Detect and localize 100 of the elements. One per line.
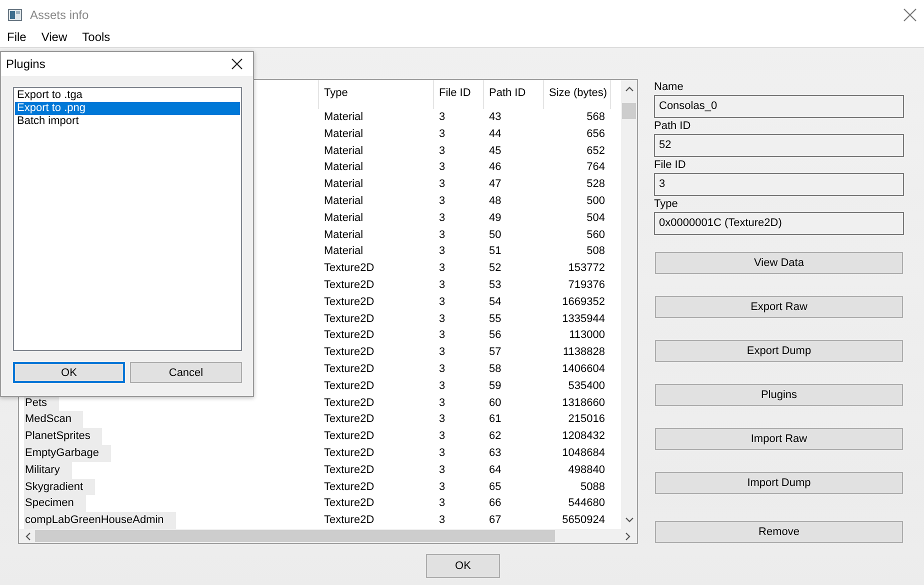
table-cell-text: Texture2D [323,294,376,310]
table-cell-text: 656 [586,126,606,142]
action-button[interactable]: Plugins [655,384,903,406]
table-cell-text: 3 [438,244,446,260]
scroll-thumb[interactable] [35,530,555,542]
column-header[interactable]: Type [319,80,434,109]
table-cell-text: 3 [438,312,446,327]
table-cell-text: Texture2D [323,378,376,394]
down-caret-icon [624,517,634,523]
field-label: Path ID [654,119,692,134]
list-item[interactable]: Export to .tga [15,89,240,102]
table-cell-text: 64 [488,462,502,478]
table-cell-text: 3 [438,228,446,243]
table-cell-text: 3 [438,345,446,360]
table-cell-text: Material [323,210,364,226]
text-field[interactable]: 52 [654,134,904,157]
table-cell-text: Material [323,160,364,176]
table-cell-text: Texture2D [323,513,376,528]
table-cell-text: 153772 [567,261,606,276]
table-cell-text: Texture2D [323,480,376,495]
menu-item[interactable]: View [40,30,68,44]
table-cell-text: 54 [488,294,502,310]
table-cell-text: 3 [438,261,446,276]
dialog-button[interactable]: OK [13,362,125,383]
dialog-button[interactable]: Cancel [130,362,242,383]
table-cell-text: 560 [586,228,606,243]
text-field[interactable]: 3 [654,173,904,196]
list-item[interactable]: Batch import [15,115,240,128]
column-header[interactable]: File ID [434,80,484,109]
plugin-list[interactable]: Export to .tga Export to .png Batch import [13,87,242,351]
table-cell-text: 3 [438,328,446,344]
table-cell-text: 67 [488,513,502,528]
column-header[interactable]: Path ID [484,80,544,109]
table-cell: PlanetSprites [24,428,102,445]
table-cell: Specimen [24,495,86,512]
close-icon[interactable] [231,58,243,70]
table-cell-text: 3 [438,177,446,192]
table-cell-text: 62 [488,429,502,444]
action-button[interactable]: Import Dump [655,472,903,494]
table-cell-text: 535400 [567,378,606,394]
table-cell-text: 719376 [567,278,606,293]
table-cell-text: 1406604 [561,362,606,377]
table-cell-text: 113000 [568,328,606,344]
table-cell-text: 652 [586,144,606,159]
table-cell-text: 3 [438,446,446,461]
table-cell-text: 528 [586,177,606,192]
menu-item[interactable]: File [6,30,28,44]
table-cell-text: 1335944 [561,312,606,327]
action-button[interactable]: Export Dump [655,340,903,362]
table-cell-text: 544680 [567,496,606,512]
menu-item[interactable]: Tools [81,30,112,44]
list-item[interactable]: Export to .png [15,102,240,115]
table-cell: MedScan [24,411,84,428]
action-button[interactable]: Export Raw [655,296,903,318]
text-field[interactable]: Consolas_0 [654,95,904,118]
table-cell-text: 63 [488,446,502,461]
table-cell-text: 3 [438,513,446,528]
table-cell-text: 49 [488,210,502,226]
table-cell-text: 3 [438,396,446,411]
ok-button[interactable]: OK [426,554,500,578]
text-field[interactable]: 0x0000001C (Texture2D) [654,212,904,235]
table-cell-text: Texture2D [323,412,376,428]
table-cell-text: 1048684 [561,446,606,461]
table-cell-text: 5088 [580,480,606,495]
table-cell-text: 764 [586,160,606,176]
table-cell-text: 1208432 [561,429,606,444]
table-cell-text: 498840 [567,462,606,478]
table-cell-text: 1669352 [561,294,606,310]
vertical-scrollbar[interactable] [621,80,637,529]
table-cell-text: Material [323,194,364,209]
table-cell: EmptyGarbage [24,444,111,462]
table-cell-text: 215016 [567,412,606,428]
table-cell-text: 3 [438,126,446,142]
table-cell-text: 45 [488,144,502,159]
table-cell-text: 61 [488,412,502,428]
window-title: Assets info [30,8,90,22]
table-cell-text: Texture2D [323,362,376,377]
column-header[interactable]: Size (bytes) [544,80,611,109]
table-cell-text: 66 [488,496,502,512]
action-button[interactable]: View Data [655,252,903,274]
table-cell-text: 3 [438,480,446,495]
action-button[interactable]: Import Raw [655,428,903,450]
scroll-thumb[interactable] [622,103,636,119]
table-cell-text: 3 [438,496,446,512]
action-button[interactable]: Remove [655,521,903,543]
table-cell-text: 65 [488,480,502,495]
table-cell-text: Material [323,126,364,142]
table-cell-text: Texture2D [323,446,376,461]
table-cell-text: 3 [438,429,446,444]
table-cell-text: 60 [488,396,502,411]
table-cell-text: 44 [488,126,502,142]
table-cell-text: 3 [438,210,446,226]
table-cell-text: 3 [438,194,446,209]
table-cell-text: 52 [488,261,502,276]
table-cell-text: Texture2D [323,345,376,360]
table-cell-text: 55 [488,312,502,327]
table-cell-text: 3 [438,462,446,478]
table-cell-text: Texture2D [323,312,376,327]
horizontal-scrollbar[interactable] [19,529,637,543]
table-cell-text: Texture2D [323,278,376,293]
